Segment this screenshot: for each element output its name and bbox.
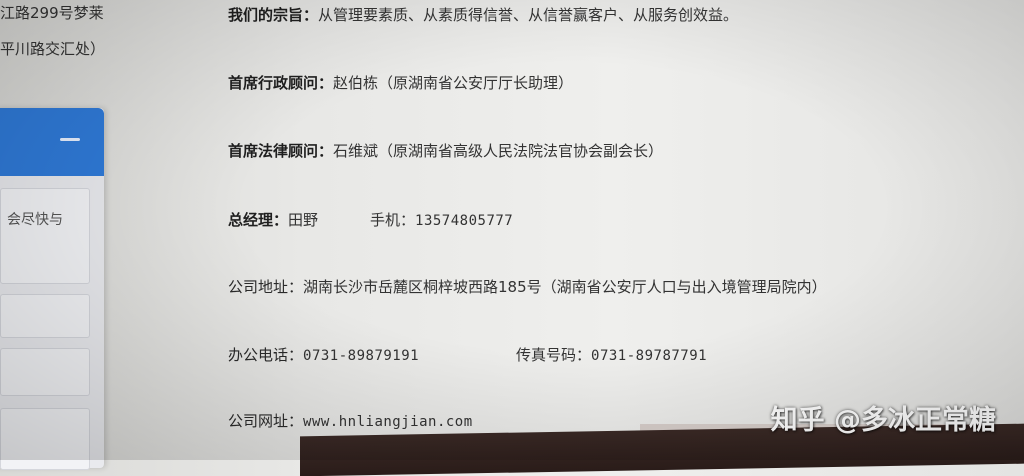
website-line: 公司网址：www.hnliangjian.com xyxy=(228,410,473,431)
mission-value: 从管理要素质、从素质得信誉、从信誉赢客户、从服务创效益。 xyxy=(318,6,739,24)
admin-advisor-label: 首席行政顾问： xyxy=(228,74,334,92)
address-fragment-1: 江路299号梦莱 xyxy=(0,4,104,22)
mission-label: 我们的宗旨： xyxy=(228,6,319,24)
mobile-label: 手机： xyxy=(370,211,416,229)
office-phone-label: 办公电话： xyxy=(228,346,304,364)
chat-message-box: 会尽快与 xyxy=(0,188,90,284)
chat-message-text: 会尽快与 xyxy=(7,212,63,228)
general-manager-label: 总经理： xyxy=(228,211,289,229)
photo-vignette xyxy=(0,0,1024,460)
address-value: 湖南长沙市岳麓区桐梓坡西路185号（湖南省公安厅人口与出入境管理局院内） xyxy=(303,278,827,296)
general-manager-value: 田野 xyxy=(288,211,319,229)
legal-advisor-label: 首席法律顾问： xyxy=(228,142,334,160)
office-phone-line: 办公电话：0731-89879191 xyxy=(228,344,419,365)
website-link[interactable]: www.hnliangjian.com xyxy=(303,414,473,430)
chat-option-box[interactable] xyxy=(0,408,90,470)
fax-label: 传真号码： xyxy=(516,346,592,364)
fax-value: 0731-89787791 xyxy=(591,348,708,364)
website-label: 公司网址： xyxy=(228,412,304,430)
mission-line: 我们的宗旨：从管理要素质、从素质得信誉、从信誉赢客户、从服务创效益。 xyxy=(228,4,738,25)
fax-line: 传真号码：0731-89787791 xyxy=(516,344,707,365)
browser-page: 江路299号梦莱 平川路交汇处） 会尽快与 我们的宗旨：从管理要素质、从素质得信… xyxy=(0,0,1024,476)
address-line: 公司地址：湖南长沙市岳麓区桐梓坡西路185号（湖南省公安厅人口与出入境管理局院内… xyxy=(228,276,827,297)
general-manager-line: 总经理：田野 xyxy=(228,209,318,230)
mobile-value: 13574805777 xyxy=(415,213,514,229)
minimize-icon[interactable] xyxy=(60,138,80,141)
admin-advisor-line: 首席行政顾问：赵伯栋（原湖南省公安厅厅长助理） xyxy=(228,72,573,93)
chat-option-box[interactable] xyxy=(0,348,90,396)
watermark: 知乎 @多冰正常糖 xyxy=(770,405,996,436)
office-phone-value: 0731-89879191 xyxy=(303,348,420,364)
address-label: 公司地址： xyxy=(228,278,304,296)
chat-widget-panel[interactable]: 会尽快与 xyxy=(0,108,104,470)
chat-widget-header[interactable] xyxy=(0,108,104,176)
address-fragment-2: 平川路交汇处） xyxy=(0,40,106,58)
chat-option-box[interactable] xyxy=(0,294,90,338)
admin-advisor-value: 赵伯栋（原湖南省公安厅厅长助理） xyxy=(333,74,574,92)
legal-advisor-value: 石维斌（原湖南省高级人民法院法官协会副会长） xyxy=(333,142,664,160)
legal-advisor-line: 首席法律顾问：石维斌（原湖南省高级人民法院法官协会副会长） xyxy=(228,140,663,161)
mobile-line: 手机：13574805777 xyxy=(370,209,513,230)
